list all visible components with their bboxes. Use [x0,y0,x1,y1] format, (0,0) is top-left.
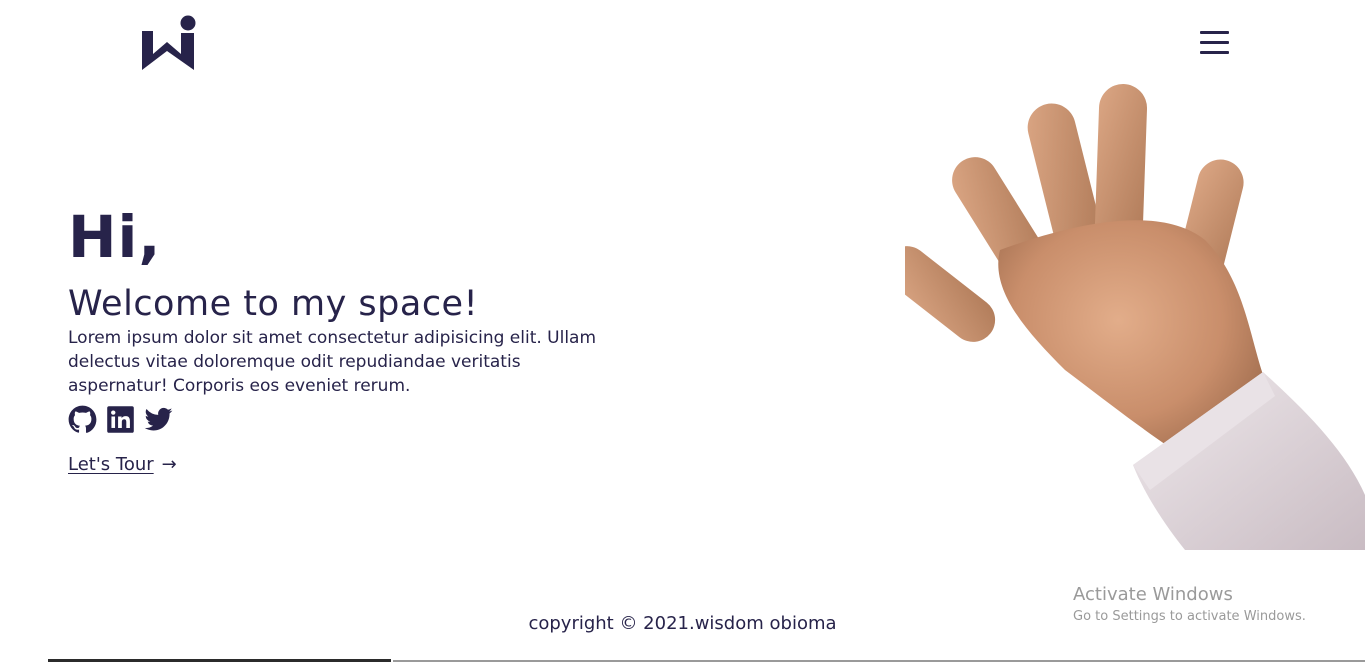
social-links [68,405,628,434]
twitter-link[interactable] [144,405,173,434]
page: Hi, Welcome to my space! Lorem ipsum dol… [0,0,1365,662]
github-link[interactable] [68,405,97,434]
greeting-heading: Hi, [68,203,162,271]
twitter-icon [144,407,173,431]
hero-section: Hi, Welcome to my space! Lorem ipsum dol… [68,200,628,475]
hamburger-menu-icon[interactable] [1200,29,1231,57]
tour-label: Let's Tour [68,454,154,475]
activate-windows-watermark: Activate Windows Go to Settings to activ… [1073,584,1306,628]
linkedin-link[interactable] [106,405,135,434]
intro-text: Lorem ipsum dolor sit amet consectetur a… [68,328,597,396]
linkedin-icon [107,406,134,433]
watermark-subtitle: Go to Settings to activate Windows. [1073,609,1306,624]
welcome-heading: Welcome to my space! [68,284,479,324]
github-icon [68,405,97,433]
lets-tour-link[interactable]: Let's Tour → [68,454,177,475]
wi-logo-icon[interactable] [140,14,198,72]
arrow-right-icon: → [161,454,177,475]
watermark-title: Activate Windows [1073,584,1233,605]
waving-hand-image [905,84,1365,550]
